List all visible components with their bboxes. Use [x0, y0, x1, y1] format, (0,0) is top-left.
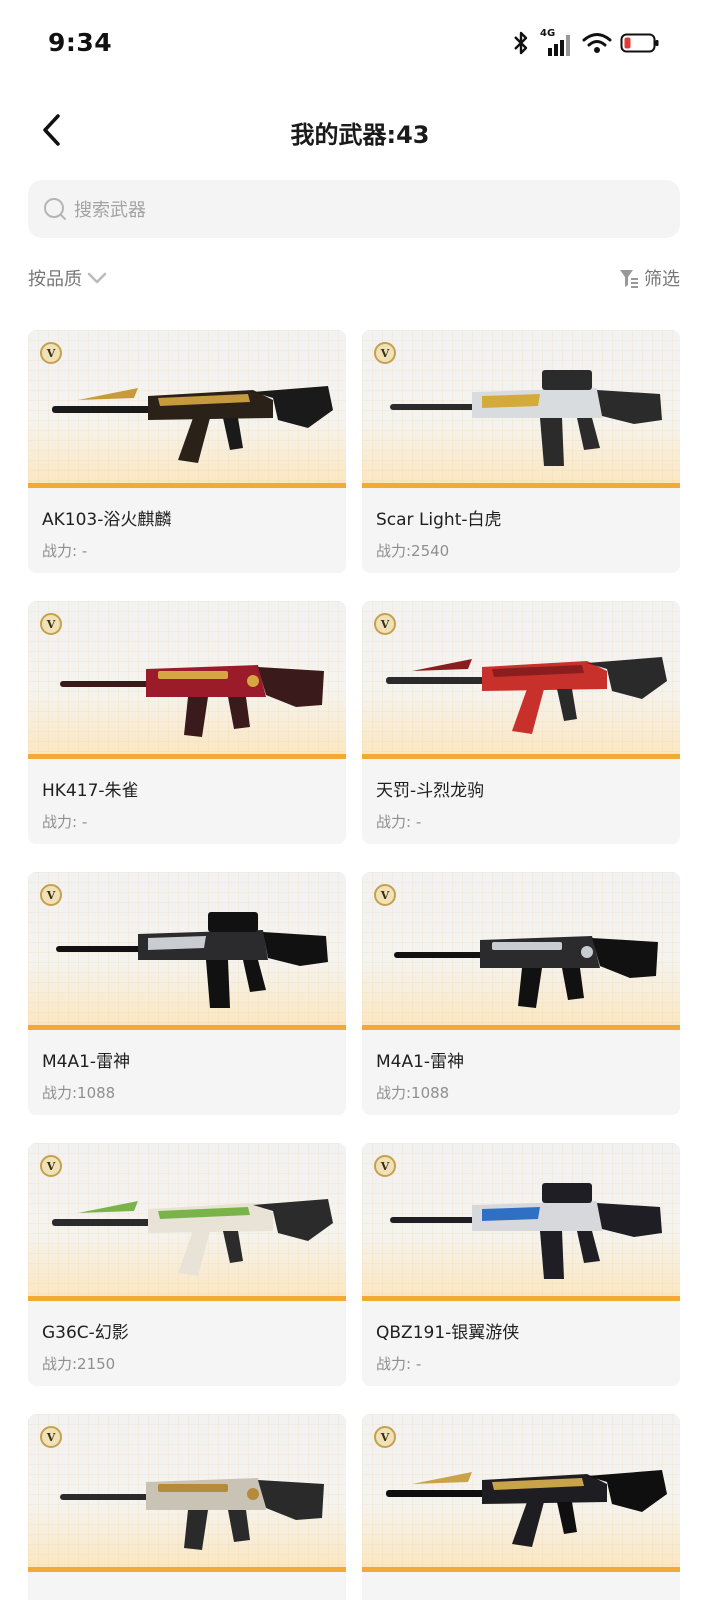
weapon-power: 战力:1088 [42, 1084, 116, 1102]
weapon-name: Scar Light-白虎 [376, 510, 502, 530]
weapon-power: 战力: - [42, 813, 88, 831]
weapon-card[interactable]: V [28, 1414, 346, 1600]
weapon-image: V [362, 330, 680, 488]
weapon-image: V [362, 872, 680, 1030]
filter-label: 筛选 [644, 269, 680, 290]
sort-filter-bar: 按品质 筛选 [28, 262, 680, 294]
rifle-icon [56, 912, 328, 1008]
rifle-icon [52, 1199, 333, 1276]
weapon-name: HK417-朱雀 [42, 781, 139, 801]
rifle-icon [394, 936, 658, 1008]
weapon-name: 天罚-斗烈龙驹 [376, 781, 485, 801]
weapon-name: M4A1-雷神 [376, 1052, 465, 1072]
weapon-power: 战力:2150 [42, 1355, 116, 1373]
weapon-grid: V AK103-浴火麒麟 战力: - V Scar Light-白虎 战力:2540 V HK… [28, 330, 680, 1600]
weapon-card[interactable]: V Scar Light-白虎 战力:2540 [362, 330, 680, 573]
weapon-card[interactable]: V [362, 1414, 680, 1600]
weapon-card[interactable]: V M4A1-雷神 战力:1088 [28, 872, 346, 1115]
bluetooth-icon [510, 30, 532, 60]
rifle-icon [60, 1478, 324, 1550]
weapon-image: V [28, 872, 346, 1030]
rifle-icon [386, 657, 667, 734]
weapon-image: V [28, 330, 346, 488]
status-bar: 9:34 4G [0, 0, 720, 90]
search-icon [44, 198, 66, 220]
status-time: 9:34 [48, 28, 113, 57]
header: 我的武器:43 [0, 98, 720, 168]
filter-icon [620, 270, 638, 288]
weapon-image: V [362, 601, 680, 759]
weapon-image: V [28, 601, 346, 759]
search-input[interactable]: 搜索武器 [28, 180, 680, 238]
rifle-icon [52, 386, 333, 463]
sort-by-quality-dropdown[interactable]: 按品质 [28, 265, 108, 291]
filter-button[interactable]: 筛选 [618, 265, 680, 291]
weapon-card[interactable]: V M4A1-雷神 战力:1088 [362, 872, 680, 1115]
weapon-card[interactable]: V AK103-浴火麒麟 战力: - [28, 330, 346, 573]
weapon-name: AK103-浴火麒麟 [42, 510, 172, 530]
rifle-icon [390, 370, 662, 466]
weapon-name: QBZ191-银翼游侠 [376, 1323, 520, 1343]
search-placeholder: 搜索武器 [74, 200, 146, 221]
weapon-image: V [362, 1414, 680, 1572]
page-title: 我的武器:43 [290, 121, 430, 149]
rifle-icon [386, 1470, 667, 1547]
sort-label: 按品质 [28, 269, 82, 290]
weapon-power: 战力: - [376, 1355, 422, 1373]
weapon-card[interactable]: V HK417-朱雀 战力: - [28, 601, 346, 844]
weapon-power: 战力: - [376, 813, 422, 831]
rifle-icon [390, 1183, 662, 1279]
battery-icon [620, 32, 660, 58]
weapon-name: M4A1-雷神 [42, 1052, 131, 1072]
chevron-down-icon [87, 272, 107, 284]
status-icons: 4G [510, 28, 660, 60]
weapon-image: V [28, 1414, 346, 1572]
weapon-card[interactable]: V G36C-幻影 战力:2150 [28, 1143, 346, 1386]
weapon-power: 战力: - [42, 542, 88, 560]
weapon-power: 战力:1088 [376, 1084, 450, 1102]
cellular-signal-icon: 4G [540, 28, 574, 58]
weapon-image: V [362, 1143, 680, 1301]
rifle-icon [60, 665, 324, 737]
wifi-icon [582, 31, 612, 59]
weapon-card[interactable]: V QBZ191-银翼游侠 战力: - [362, 1143, 680, 1386]
weapon-name: G36C-幻影 [42, 1323, 129, 1343]
weapon-card[interactable]: V 天罚-斗烈龙驹 战力: - [362, 601, 680, 844]
weapon-image: V [28, 1143, 346, 1301]
weapon-power: 战力:2540 [376, 542, 450, 560]
